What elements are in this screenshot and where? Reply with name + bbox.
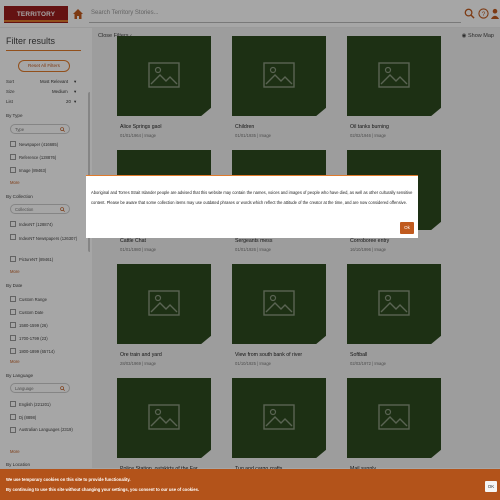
cookie-banner: We use temporary cookies on this site to…: [0, 469, 500, 500]
warning-ok-button[interactable]: Ok: [400, 222, 414, 234]
modal-backdrop[interactable]: [0, 0, 500, 500]
cookie-consent-message: By continuing to use this site without c…: [6, 487, 200, 492]
cultural-warning-dialog: Aboriginal and Torres Strait Islander pe…: [86, 175, 418, 238]
cookie-ok-button[interactable]: OK: [485, 481, 497, 492]
cookie-message: We use temporary cookies on this site to…: [6, 477, 131, 482]
warning-text: Aboriginal and Torres Strait Islander pe…: [91, 190, 413, 205]
